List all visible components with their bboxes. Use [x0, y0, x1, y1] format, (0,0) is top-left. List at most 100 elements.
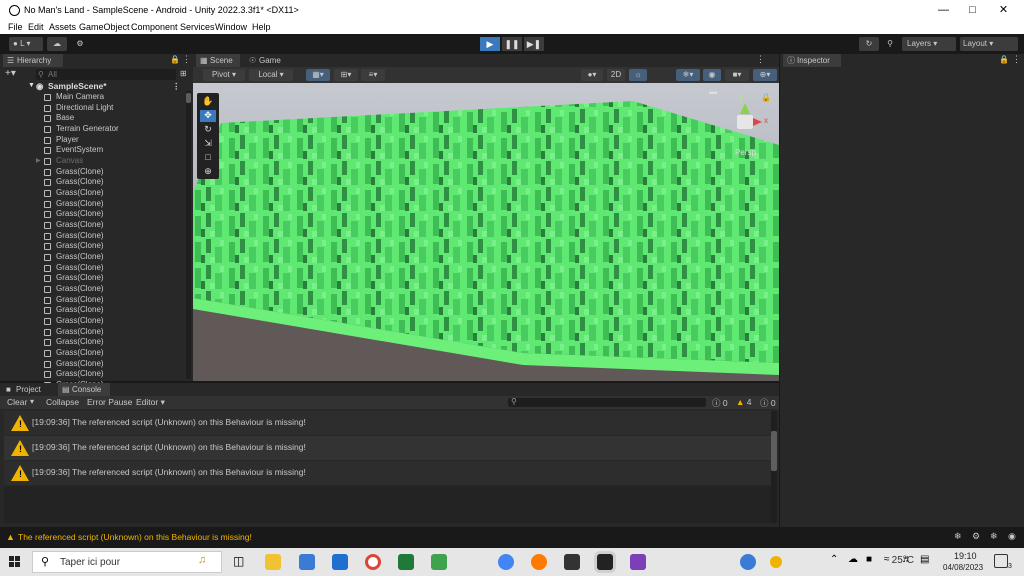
orientation-gizmo[interactable]: ▬ 🔒 y x Persp [709, 87, 779, 165]
app-icon[interactable] [398, 554, 414, 570]
more-icon[interactable]: ⋮ [182, 54, 191, 65]
scene-root-row[interactable]: ▼ ◉ SampleScene* ⋮ [0, 81, 185, 92]
hierarchy-item[interactable]: Grass(Clone) [0, 273, 185, 284]
hierarchy-item[interactable]: Grass(Clone) [0, 337, 185, 348]
tab-inspector[interactable]: ⓘ Inspector [783, 54, 841, 67]
scene-viewport[interactable]: ✋ ✥ ↻ ⇲ □ ⊕ ▬ 🔒 y x Persp [193, 83, 779, 381]
lighting-icon[interactable]: ☼ [629, 69, 647, 81]
hierarchy-scrollbar[interactable] [186, 91, 191, 379]
tab-scene[interactable]: ▦ Scene [196, 54, 240, 67]
debug-icon[interactable]: ❄ [954, 531, 962, 542]
maximize-button[interactable]: □ [957, 0, 988, 21]
hand-tool-icon[interactable]: ✋ [200, 96, 216, 108]
gizmo-x-axis[interactable] [753, 118, 762, 126]
hierarchy-item[interactable]: Grass(Clone) [0, 188, 185, 199]
hierarchy-item[interactable]: Grass(Clone) [0, 316, 185, 327]
progress-icon[interactable]: ⚙ [972, 531, 980, 542]
visual-studio-icon[interactable] [630, 554, 646, 570]
tray-icon[interactable]: ■ [866, 554, 872, 565]
firefox-icon[interactable] [531, 554, 547, 570]
layers-dropdown[interactable]: Layers ▾ [902, 37, 956, 51]
projection-label[interactable]: Persp [735, 148, 756, 157]
tab-game[interactable]: ☉ Game [245, 54, 289, 67]
log-entry[interactable]: ! [19:09:36] The referenced script (Unkn… [4, 411, 771, 435]
clock-date[interactable]: 04/08/2023 [943, 563, 983, 572]
hierarchy-item[interactable]: Grass(Clone) [0, 231, 185, 242]
hierarchy-item[interactable]: Grass(Clone) [0, 199, 185, 210]
play-button[interactable]: ▶ [480, 37, 500, 51]
error-pause-button[interactable]: Error Pause [87, 397, 132, 407]
scene-render[interactable] [193, 83, 779, 381]
menu-assets[interactable]: Assets [49, 22, 76, 32]
hidden-objects-icon[interactable]: ◉ [703, 69, 721, 81]
layout-dropdown[interactable]: Layout ▾ [960, 37, 1018, 51]
hierarchy-item[interactable]: Grass(Clone) [0, 177, 185, 188]
hierarchy-item[interactable]: Grass(Clone) [0, 295, 185, 306]
clear-dropdown-icon[interactable]: ▾ [30, 397, 34, 406]
scrollbar-thumb[interactable] [771, 431, 777, 471]
app-store-icon[interactable] [498, 554, 514, 570]
notification-icon[interactable] [994, 554, 1008, 568]
hierarchy-item[interactable]: Grass(Clone) [0, 327, 185, 338]
tab-console[interactable]: ▤ Console [58, 383, 110, 396]
wifi-icon[interactable]: ≈ [884, 554, 890, 565]
clear-button[interactable]: Clear [7, 397, 27, 407]
hierarchy-item[interactable]: Grass(Clone) [0, 167, 185, 178]
cloud-icon[interactable]: ☁ [47, 37, 67, 51]
scrollbar-thumb[interactable] [186, 93, 191, 103]
pivot-dropdown[interactable]: Pivot ▾ [203, 69, 245, 81]
collapse-button[interactable]: Collapse [46, 397, 79, 407]
close-button[interactable]: ✕ [988, 0, 1019, 21]
help-icon[interactable] [740, 554, 756, 570]
speaker-icon[interactable]: ♬ [902, 554, 912, 565]
hierarchy-item[interactable]: Player [0, 135, 185, 146]
editor-dropdown[interactable]: Editor ▾ [136, 397, 165, 408]
hierarchy-item[interactable]: ▶ Canvas [0, 156, 185, 167]
store-icon[interactable] [299, 554, 315, 570]
shading-mode-button[interactable]: ●▾ [581, 69, 603, 81]
increment-snap-button[interactable]: ≡▾ [361, 69, 385, 81]
taskbar-search-input[interactable]: ⚲ Taper ici pour ♫ [32, 551, 222, 573]
minecraft-icon[interactable] [431, 554, 447, 570]
status-bar[interactable]: ▲ The referenced script (Unknown) on thi… [0, 528, 1024, 546]
scale-tool-icon[interactable]: ⇲ [200, 138, 216, 150]
move-tool-icon[interactable]: ✥ [200, 110, 216, 122]
search-icon[interactable]: ⚲ [882, 37, 898, 51]
unity-hub-icon[interactable] [564, 554, 580, 570]
camera-icon[interactable]: ■▾ [725, 69, 749, 81]
windows-start-icon[interactable] [9, 556, 21, 568]
log-entry[interactable]: ! [19:09:36] The referenced script (Unkn… [4, 436, 771, 460]
gizmo-lock-icon[interactable]: 🔒 [761, 93, 771, 102]
hierarchy-item[interactable]: Grass(Clone) [0, 209, 185, 220]
expand-arrow-icon[interactable]: ▼ [28, 81, 35, 91]
step-button[interactable]: ▶❚ [524, 37, 544, 51]
rotate-tool-icon[interactable]: ↻ [200, 124, 216, 136]
menu-file[interactable]: File [8, 22, 23, 32]
mail-icon[interactable] [332, 554, 348, 570]
unity-editor-icon[interactable] [597, 554, 613, 570]
lock-icon[interactable]: 🔒 [999, 55, 1009, 64]
hierarchy-item[interactable]: Base [0, 113, 185, 124]
language-icon[interactable]: ▤ [920, 554, 929, 565]
add-object-button[interactable]: +▾ [5, 69, 25, 80]
more-icon[interactable]: ⋮ [1012, 54, 1021, 65]
hierarchy-item[interactable]: Grass(Clone) [0, 284, 185, 295]
filter-icon[interactable]: ⊞ [180, 69, 187, 78]
hierarchy-item[interactable]: Grass(Clone) [0, 263, 185, 274]
hierarchy-item[interactable]: Directional Light [0, 103, 185, 114]
expand-arrow-icon[interactable]: ▶ [36, 156, 41, 166]
clock-time[interactable]: 19:10 [954, 551, 977, 561]
log-entry[interactable]: ! [19:09:36] The referenced script (Unkn… [4, 461, 771, 485]
grid-toggle-button[interactable]: ⊞▾ [334, 69, 358, 81]
collab-status-icon[interactable]: ◉ [1008, 531, 1016, 542]
info-count[interactable]: ⓘ 0 [712, 397, 728, 409]
console-search-input[interactable]: ⚲ [508, 397, 706, 407]
scene-menu-icon[interactable]: ⋮ [172, 81, 181, 91]
gizmos-icon[interactable]: ⊕▾ [753, 69, 777, 81]
menu-help[interactable]: Help [252, 22, 271, 32]
tab-hierarchy[interactable]: ☰ Hierarchy [3, 54, 63, 67]
menu-component[interactable]: Component [131, 22, 178, 32]
hierarchy-item[interactable]: Grass(Clone) [0, 369, 185, 380]
hierarchy-item[interactable]: Grass(Clone) [0, 220, 185, 231]
hierarchy-item[interactable]: Grass(Clone) [0, 241, 185, 252]
